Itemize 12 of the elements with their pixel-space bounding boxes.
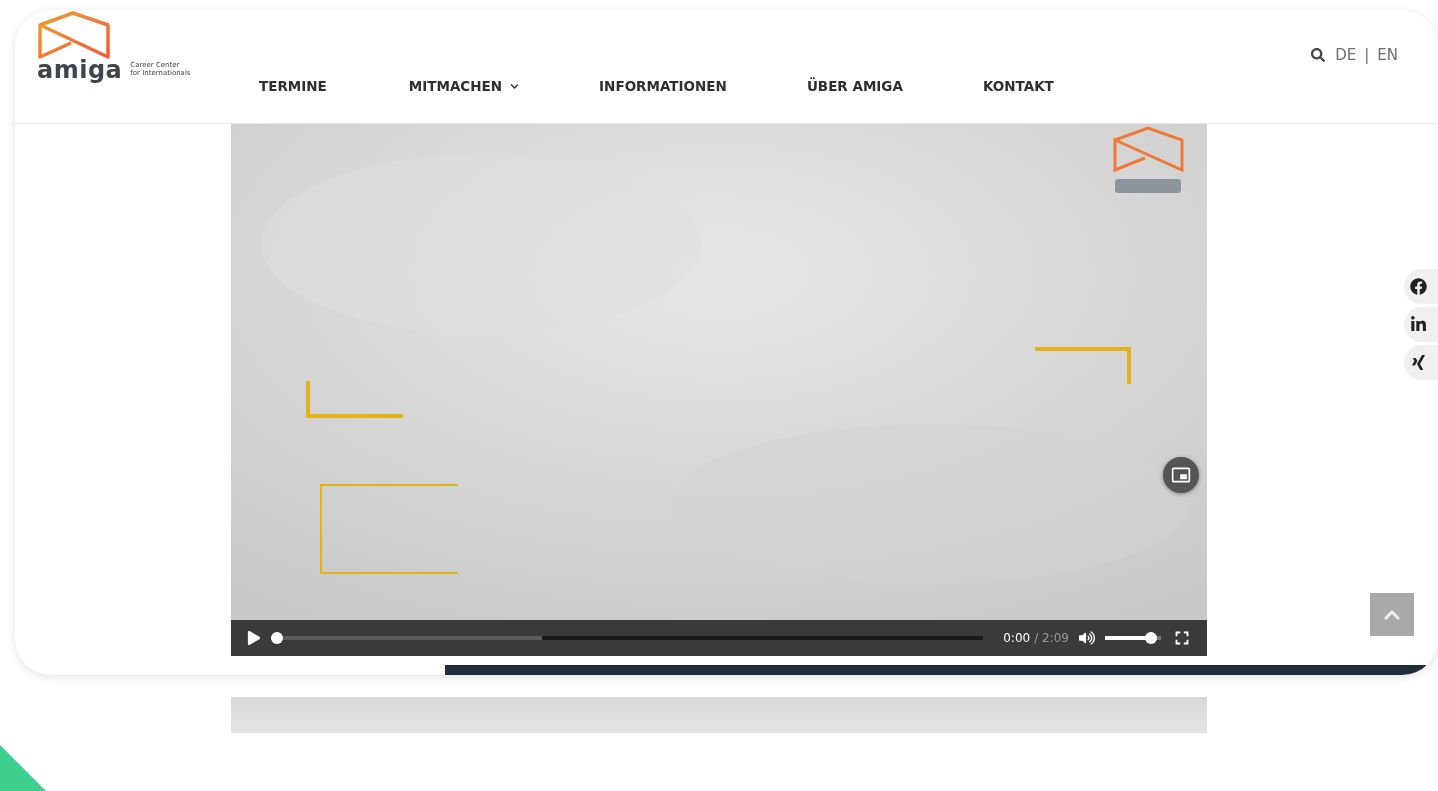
language-separator: | xyxy=(1364,46,1370,64)
video-player[interactable]: 0:00 / 2:09 xyxy=(231,124,1207,656)
nav-link[interactable]: TERMINE xyxy=(259,78,327,94)
nav-link[interactable]: INFORMATIONEN xyxy=(599,78,727,94)
nav-link[interactable]: MITMACHEN xyxy=(408,78,520,94)
logo-wordmark[interactable]: amiga xyxy=(37,58,123,82)
duration: / 2:09 xyxy=(1034,631,1069,645)
nav-link[interactable]: KONTAKT xyxy=(982,78,1054,94)
language-link[interactable]: DE xyxy=(1335,46,1357,64)
nav-link[interactable]: ÜBER AMIGA xyxy=(806,78,903,94)
language-link[interactable]: EN xyxy=(1377,46,1398,64)
current-time: 0:00 xyxy=(1003,631,1031,645)
